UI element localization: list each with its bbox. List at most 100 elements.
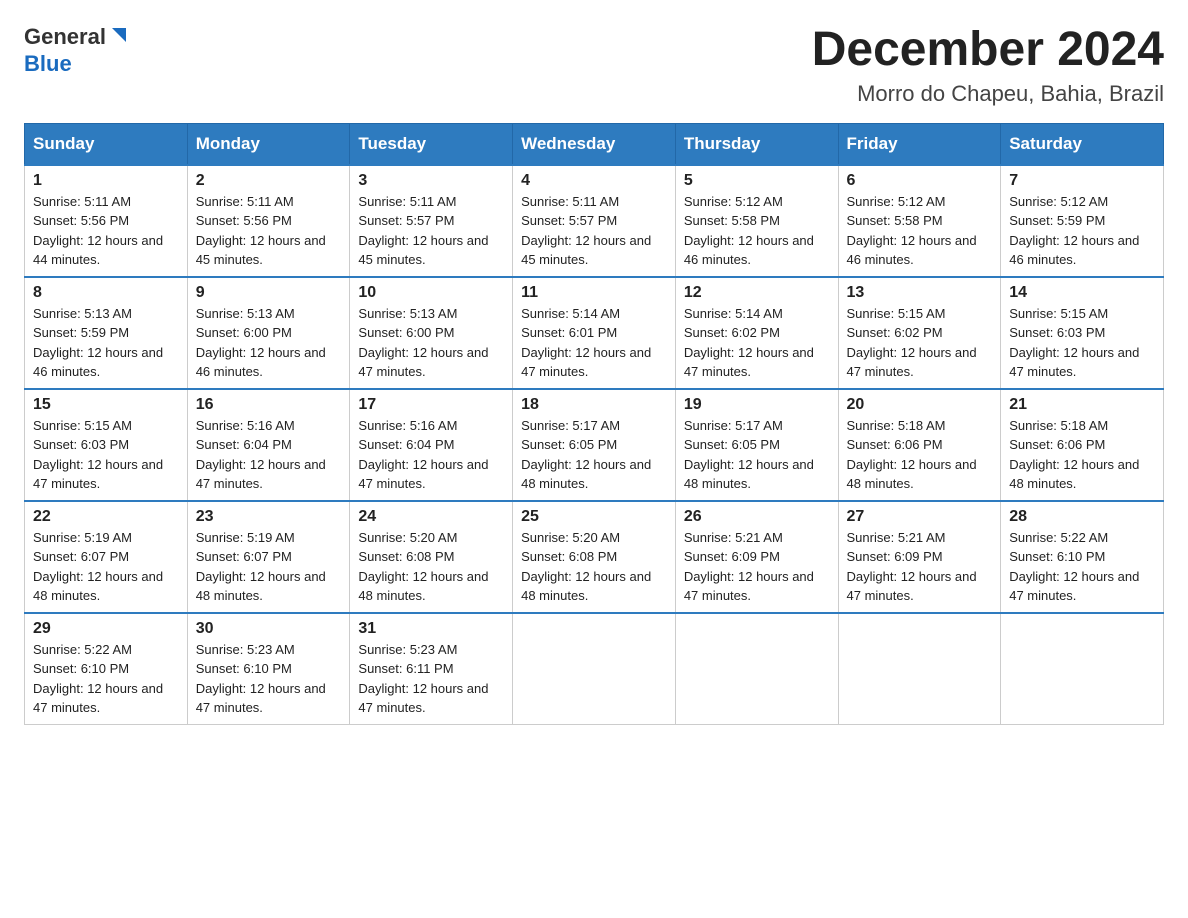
day-number: 8 (33, 284, 179, 302)
day-number: 26 (684, 508, 830, 526)
sunset-label: Sunset: 5:56 PM (196, 213, 292, 228)
day-info: Sunrise: 5:14 AM Sunset: 6:02 PM Dayligh… (684, 304, 830, 382)
calendar-cell: 14 Sunrise: 5:15 AM Sunset: 6:03 PM Dayl… (1001, 277, 1164, 389)
sunset-label: Sunset: 6:10 PM (1009, 549, 1105, 564)
day-number: 25 (521, 508, 667, 526)
daylight-label: Daylight: 12 hours and 47 minutes. (684, 569, 814, 604)
sunset-label: Sunset: 6:02 PM (684, 325, 780, 340)
page-header: General Blue December 2024 Morro do Chap… (24, 24, 1164, 107)
daylight-label: Daylight: 12 hours and 48 minutes. (521, 457, 651, 492)
calendar-cell: 6 Sunrise: 5:12 AM Sunset: 5:58 PM Dayli… (838, 165, 1001, 277)
day-number: 16 (196, 396, 342, 414)
calendar-week-row-1: 1 Sunrise: 5:11 AM Sunset: 5:56 PM Dayli… (25, 165, 1164, 277)
daylight-label: Daylight: 12 hours and 48 minutes. (196, 569, 326, 604)
sunset-label: Sunset: 6:03 PM (1009, 325, 1105, 340)
calendar-cell: 29 Sunrise: 5:22 AM Sunset: 6:10 PM Dayl… (25, 613, 188, 725)
sunset-label: Sunset: 6:01 PM (521, 325, 617, 340)
calendar-cell: 5 Sunrise: 5:12 AM Sunset: 5:58 PM Dayli… (675, 165, 838, 277)
sunset-label: Sunset: 6:05 PM (521, 437, 617, 452)
sunrise-label: Sunrise: 5:12 AM (1009, 194, 1108, 209)
daylight-label: Daylight: 12 hours and 47 minutes. (847, 569, 977, 604)
calendar-cell (675, 613, 838, 725)
logo: General Blue (24, 24, 130, 77)
sunrise-label: Sunrise: 5:16 AM (358, 418, 457, 433)
daylight-label: Daylight: 12 hours and 48 minutes. (358, 569, 488, 604)
sunset-label: Sunset: 6:06 PM (847, 437, 943, 452)
calendar-cell: 7 Sunrise: 5:12 AM Sunset: 5:59 PM Dayli… (1001, 165, 1164, 277)
sunrise-label: Sunrise: 5:15 AM (847, 306, 946, 321)
sunrise-label: Sunrise: 5:23 AM (196, 642, 295, 657)
day-number: 24 (358, 508, 504, 526)
sunrise-label: Sunrise: 5:11 AM (196, 194, 294, 209)
day-info: Sunrise: 5:15 AM Sunset: 6:02 PM Dayligh… (847, 304, 993, 382)
daylight-label: Daylight: 12 hours and 44 minutes. (33, 233, 163, 268)
sunset-label: Sunset: 6:05 PM (684, 437, 780, 452)
calendar-cell: 10 Sunrise: 5:13 AM Sunset: 6:00 PM Dayl… (350, 277, 513, 389)
daylight-label: Daylight: 12 hours and 48 minutes. (684, 457, 814, 492)
day-info: Sunrise: 5:18 AM Sunset: 6:06 PM Dayligh… (847, 416, 993, 494)
day-info: Sunrise: 5:13 AM Sunset: 6:00 PM Dayligh… (196, 304, 342, 382)
day-info: Sunrise: 5:11 AM Sunset: 5:57 PM Dayligh… (521, 192, 667, 270)
sunset-label: Sunset: 6:09 PM (847, 549, 943, 564)
daylight-label: Daylight: 12 hours and 46 minutes. (33, 345, 163, 380)
calendar-cell: 24 Sunrise: 5:20 AM Sunset: 6:08 PM Dayl… (350, 501, 513, 613)
calendar-cell: 31 Sunrise: 5:23 AM Sunset: 6:11 PM Dayl… (350, 613, 513, 725)
day-info: Sunrise: 5:17 AM Sunset: 6:05 PM Dayligh… (521, 416, 667, 494)
day-number: 22 (33, 508, 179, 526)
sunset-label: Sunset: 5:58 PM (684, 213, 780, 228)
calendar-cell: 30 Sunrise: 5:23 AM Sunset: 6:10 PM Dayl… (187, 613, 350, 725)
calendar-cell: 23 Sunrise: 5:19 AM Sunset: 6:07 PM Dayl… (187, 501, 350, 613)
sunset-label: Sunset: 6:02 PM (847, 325, 943, 340)
sunrise-label: Sunrise: 5:14 AM (684, 306, 783, 321)
day-number: 19 (684, 396, 830, 414)
day-info: Sunrise: 5:16 AM Sunset: 6:04 PM Dayligh… (196, 416, 342, 494)
sunrise-label: Sunrise: 5:12 AM (847, 194, 946, 209)
day-info: Sunrise: 5:20 AM Sunset: 6:08 PM Dayligh… (358, 528, 504, 606)
header-friday: Friday (838, 123, 1001, 165)
day-info: Sunrise: 5:14 AM Sunset: 6:01 PM Dayligh… (521, 304, 667, 382)
calendar-cell (513, 613, 676, 725)
sunset-label: Sunset: 6:11 PM (358, 661, 453, 676)
sunrise-label: Sunrise: 5:13 AM (358, 306, 457, 321)
daylight-label: Daylight: 12 hours and 45 minutes. (358, 233, 488, 268)
day-number: 20 (847, 396, 993, 414)
header-tuesday: Tuesday (350, 123, 513, 165)
day-info: Sunrise: 5:15 AM Sunset: 6:03 PM Dayligh… (1009, 304, 1155, 382)
calendar-cell: 25 Sunrise: 5:20 AM Sunset: 6:08 PM Dayl… (513, 501, 676, 613)
day-number: 28 (1009, 508, 1155, 526)
sunrise-label: Sunrise: 5:17 AM (521, 418, 620, 433)
sunset-label: Sunset: 6:07 PM (33, 549, 129, 564)
day-number: 2 (196, 172, 342, 190)
sunset-label: Sunset: 5:56 PM (33, 213, 129, 228)
daylight-label: Daylight: 12 hours and 47 minutes. (196, 457, 326, 492)
sunset-label: Sunset: 6:04 PM (358, 437, 454, 452)
calendar-cell: 16 Sunrise: 5:16 AM Sunset: 6:04 PM Dayl… (187, 389, 350, 501)
sunset-label: Sunset: 6:07 PM (196, 549, 292, 564)
sunset-label: Sunset: 5:58 PM (847, 213, 943, 228)
calendar-week-row-5: 29 Sunrise: 5:22 AM Sunset: 6:10 PM Dayl… (25, 613, 1164, 725)
calendar-cell: 21 Sunrise: 5:18 AM Sunset: 6:06 PM Dayl… (1001, 389, 1164, 501)
header-monday: Monday (187, 123, 350, 165)
day-info: Sunrise: 5:15 AM Sunset: 6:03 PM Dayligh… (33, 416, 179, 494)
day-info: Sunrise: 5:23 AM Sunset: 6:11 PM Dayligh… (358, 640, 504, 718)
day-info: Sunrise: 5:21 AM Sunset: 6:09 PM Dayligh… (847, 528, 993, 606)
day-number: 29 (33, 620, 179, 638)
day-number: 18 (521, 396, 667, 414)
sunrise-label: Sunrise: 5:12 AM (684, 194, 783, 209)
day-info: Sunrise: 5:21 AM Sunset: 6:09 PM Dayligh… (684, 528, 830, 606)
sunrise-label: Sunrise: 5:17 AM (684, 418, 783, 433)
calendar-week-row-2: 8 Sunrise: 5:13 AM Sunset: 5:59 PM Dayli… (25, 277, 1164, 389)
sunset-label: Sunset: 6:09 PM (684, 549, 780, 564)
sunrise-label: Sunrise: 5:18 AM (1009, 418, 1108, 433)
sunset-label: Sunset: 6:10 PM (196, 661, 292, 676)
day-info: Sunrise: 5:19 AM Sunset: 6:07 PM Dayligh… (196, 528, 342, 606)
day-number: 10 (358, 284, 504, 302)
daylight-label: Daylight: 12 hours and 45 minutes. (196, 233, 326, 268)
sunrise-label: Sunrise: 5:18 AM (847, 418, 946, 433)
calendar-cell: 2 Sunrise: 5:11 AM Sunset: 5:56 PM Dayli… (187, 165, 350, 277)
daylight-label: Daylight: 12 hours and 46 minutes. (1009, 233, 1139, 268)
day-info: Sunrise: 5:13 AM Sunset: 6:00 PM Dayligh… (358, 304, 504, 382)
daylight-label: Daylight: 12 hours and 48 minutes. (1009, 457, 1139, 492)
calendar-cell: 26 Sunrise: 5:21 AM Sunset: 6:09 PM Dayl… (675, 501, 838, 613)
day-info: Sunrise: 5:22 AM Sunset: 6:10 PM Dayligh… (1009, 528, 1155, 606)
